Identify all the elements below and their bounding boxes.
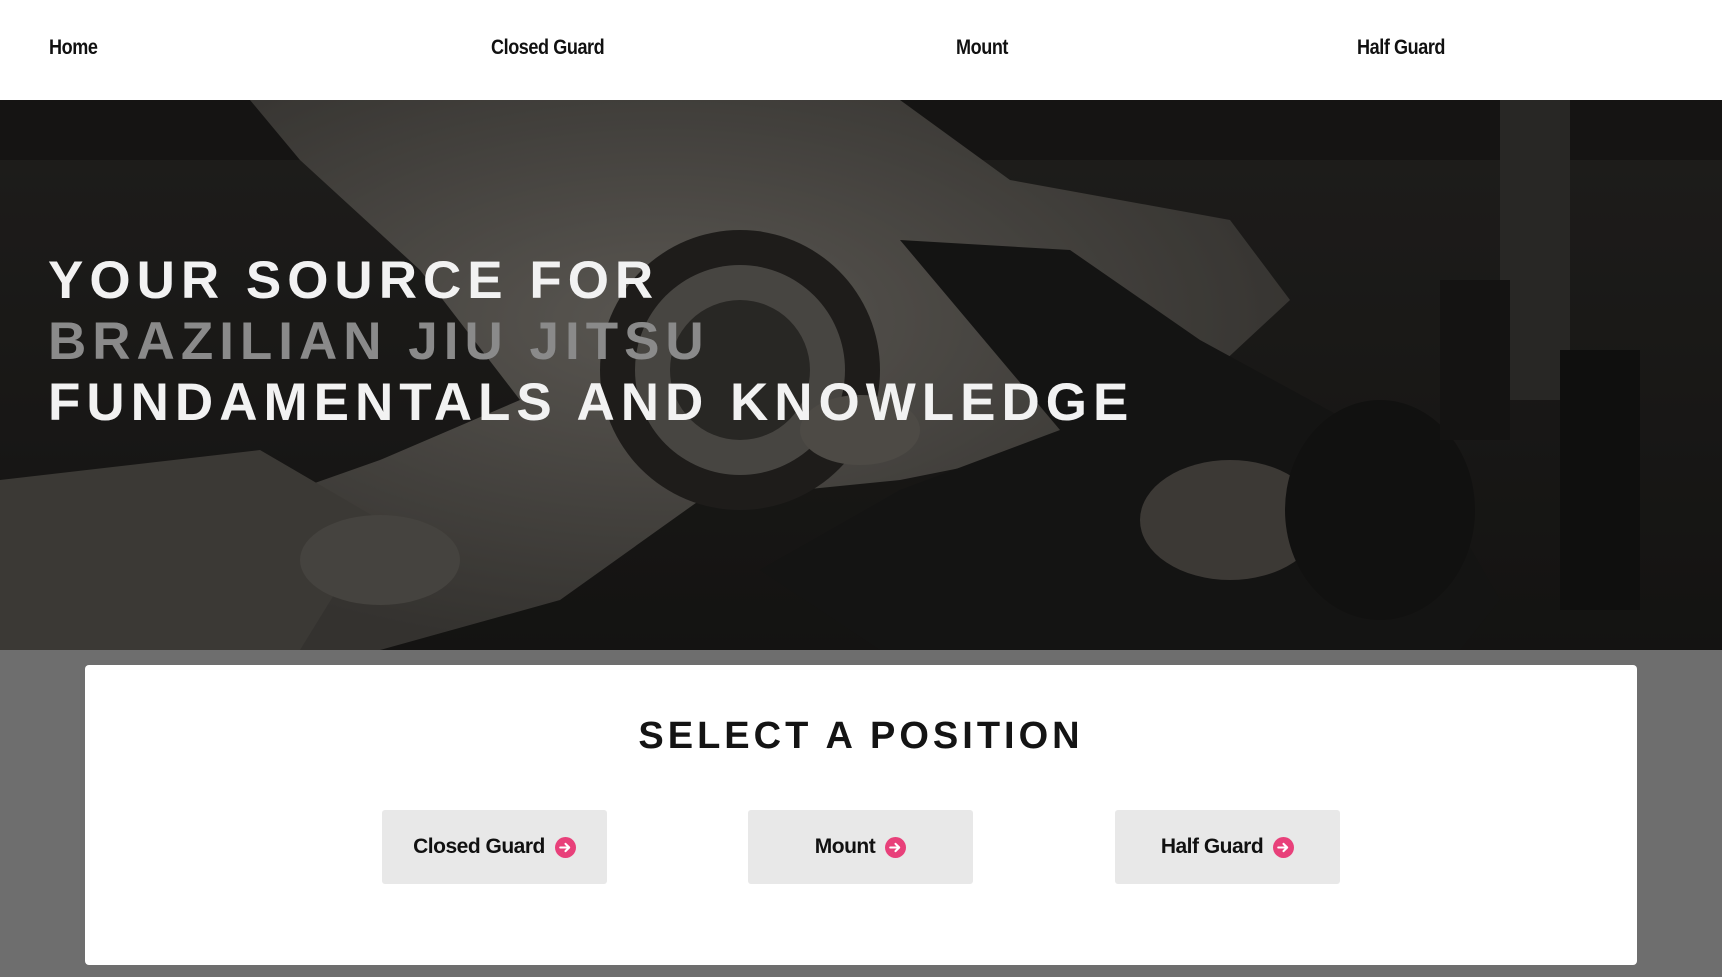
- hero-banner: YOUR SOURCE FOR BRAZILIAN JIU JITSU FUND…: [0, 100, 1722, 650]
- half-guard-button-label: Half Guard: [1160, 835, 1264, 858]
- closed-guard-button-label: Closed Guard: [413, 835, 545, 858]
- nav-home-link[interactable]: Home: [49, 36, 98, 60]
- hero-line-3: FUNDAMENTALS AND KNOWLEDGE: [48, 373, 1135, 432]
- nav-mount-link[interactable]: Mount: [956, 36, 1008, 60]
- hero-headline: YOUR SOURCE FOR BRAZILIAN JIU JITSU FUND…: [48, 250, 1134, 433]
- mount-button-label: Mount: [814, 835, 876, 858]
- hero-line-2: BRAZILIAN JIU JITSU: [48, 312, 710, 371]
- mount-button[interactable]: Mount: [748, 810, 973, 884]
- panel-title: SELECT A POSITION: [638, 715, 1084, 757]
- arrow-right-circle-icon: [885, 836, 907, 858]
- position-selector-panel: SELECT A POSITION Closed Guard Mount Hal…: [85, 665, 1637, 965]
- nav-half-guard-link[interactable]: Half Guard: [1357, 36, 1445, 60]
- nav-closed-guard-link[interactable]: Closed Guard: [491, 36, 605, 60]
- arrow-right-circle-icon: [554, 836, 576, 858]
- closed-guard-button[interactable]: Closed Guard: [382, 810, 607, 884]
- half-guard-button[interactable]: Half Guard: [1115, 810, 1340, 884]
- arrow-right-circle-icon: [1273, 836, 1295, 858]
- top-navigation: Home Closed Guard Mount Half Guard: [0, 0, 1722, 100]
- hero-line-1: YOUR SOURCE FOR: [48, 251, 660, 310]
